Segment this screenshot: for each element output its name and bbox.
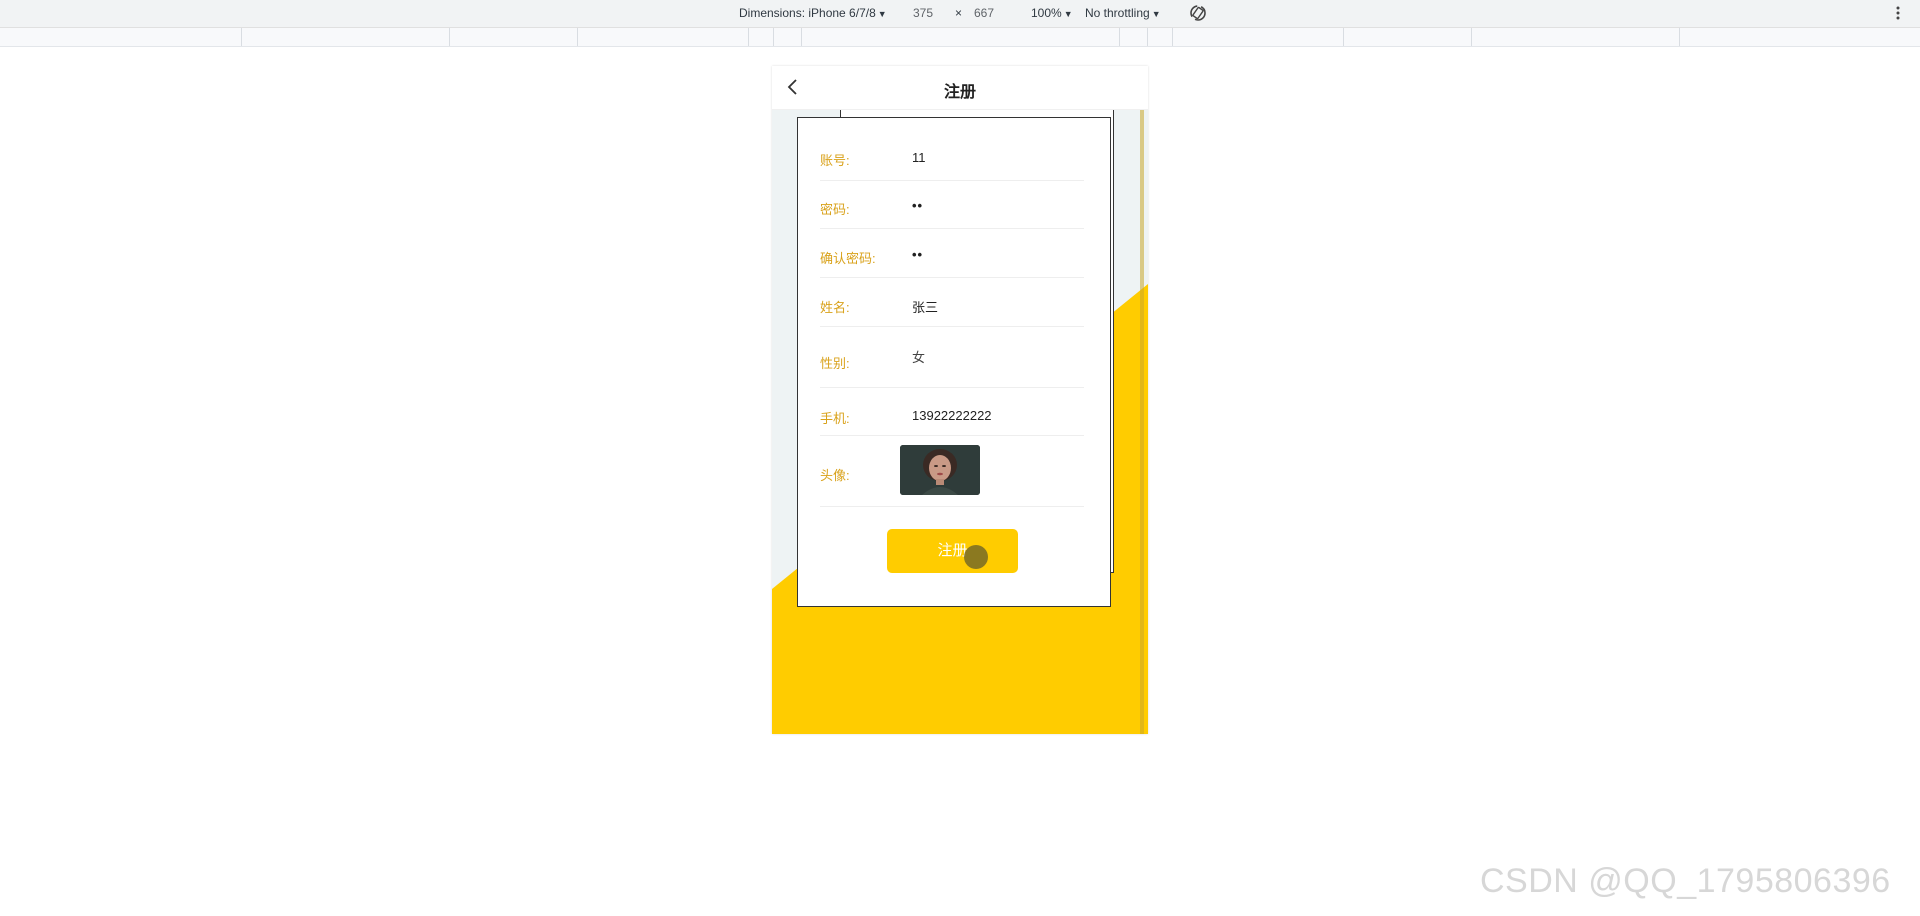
register-button[interactable]: 注册 bbox=[887, 529, 1018, 573]
devtools-device-toolbar: Dimensions: iPhone 6/7/8 ▼ 375 × 667 100%… bbox=[0, 0, 1920, 28]
avatar-image bbox=[900, 445, 980, 495]
register-form-card: 账号: 11 密码: •• 确认密码: •• 姓名: 张三 性别: 女 手机: … bbox=[797, 117, 1111, 607]
ruler-tick bbox=[1343, 28, 1344, 46]
page-title: 注册 bbox=[943, 84, 976, 101]
watermark: CSDN @QQ_1795806396 bbox=[1480, 862, 1891, 900]
form-row-phone[interactable]: 手机: 13922222222 bbox=[820, 387, 1084, 436]
gender-select[interactable]: 女 bbox=[912, 347, 925, 366]
phone-label: 手机: bbox=[820, 411, 850, 426]
name-label: 姓名: bbox=[820, 300, 850, 315]
dropdown-caret-icon: ▼ bbox=[1063, 9, 1073, 19]
dimensions-dropdown[interactable]: Dimensions: iPhone 6/7/8 ▼ bbox=[739, 6, 887, 20]
form-row-confirm-password[interactable]: 确认密码: •• bbox=[820, 228, 1084, 278]
gender-label: 性别: bbox=[820, 356, 850, 371]
zoom-label: 100% bbox=[1031, 6, 1062, 20]
ruler-tick bbox=[1471, 28, 1472, 46]
account-label: 账号: bbox=[820, 153, 850, 168]
password-label: 密码: bbox=[820, 202, 850, 217]
ruler-tick bbox=[449, 28, 450, 46]
password-input[interactable]: •• bbox=[912, 198, 923, 213]
form-row-gender[interactable]: 性别: 女 bbox=[820, 326, 1084, 388]
name-input[interactable]: 张三 bbox=[912, 297, 938, 316]
ruler-tick bbox=[748, 28, 749, 46]
account-input[interactable]: 11 bbox=[912, 150, 926, 165]
confirm-password-label: 确认密码: bbox=[820, 251, 876, 266]
times-sign: × bbox=[955, 6, 963, 20]
touch-cursor bbox=[964, 545, 988, 569]
throttling-dropdown[interactable]: No throttling ▼ bbox=[1085, 6, 1161, 20]
avatar-label: 头像: bbox=[820, 468, 850, 483]
dropdown-caret-icon: ▼ bbox=[877, 9, 887, 19]
dropdown-caret-icon: ▼ bbox=[1151, 9, 1161, 19]
ruler-tick bbox=[773, 28, 774, 46]
ruler-tick bbox=[577, 28, 578, 46]
ruler-tick bbox=[1147, 28, 1148, 46]
media-query-ruler[interactable] bbox=[0, 28, 1920, 47]
ruler-tick bbox=[1119, 28, 1120, 46]
form-row-avatar[interactable]: 头像: bbox=[820, 435, 1084, 507]
form-row-account[interactable]: 账号: 11 bbox=[820, 139, 1084, 181]
ruler-tick bbox=[1679, 28, 1680, 46]
rotate-icon[interactable] bbox=[1188, 3, 1208, 23]
more-options-icon[interactable] bbox=[1895, 4, 1901, 22]
phone-input[interactable]: 13922222222 bbox=[912, 408, 992, 423]
nav-header: 注册 bbox=[772, 66, 1148, 110]
height-input[interactable]: 667 bbox=[974, 6, 994, 20]
ruler-tick bbox=[241, 28, 242, 46]
ruler-tick bbox=[1172, 28, 1173, 46]
dimensions-label: Dimensions: iPhone 6/7/8 bbox=[739, 6, 876, 20]
avatar-upload[interactable] bbox=[900, 445, 980, 495]
width-input[interactable]: 375 bbox=[913, 6, 933, 20]
form-row-name[interactable]: 姓名: 张三 bbox=[820, 277, 1084, 327]
ruler-tick bbox=[801, 28, 802, 46]
form-row-password[interactable]: 密码: •• bbox=[820, 180, 1084, 229]
zoom-dropdown[interactable]: 100% ▼ bbox=[1031, 6, 1073, 20]
throttling-label: No throttling bbox=[1085, 6, 1150, 20]
confirm-password-input[interactable]: •• bbox=[912, 247, 923, 262]
phone-viewport: 注册 账号: 11 密码: •• 确认密码: •• 姓名: 张三 性别: 女 手… bbox=[772, 66, 1148, 734]
